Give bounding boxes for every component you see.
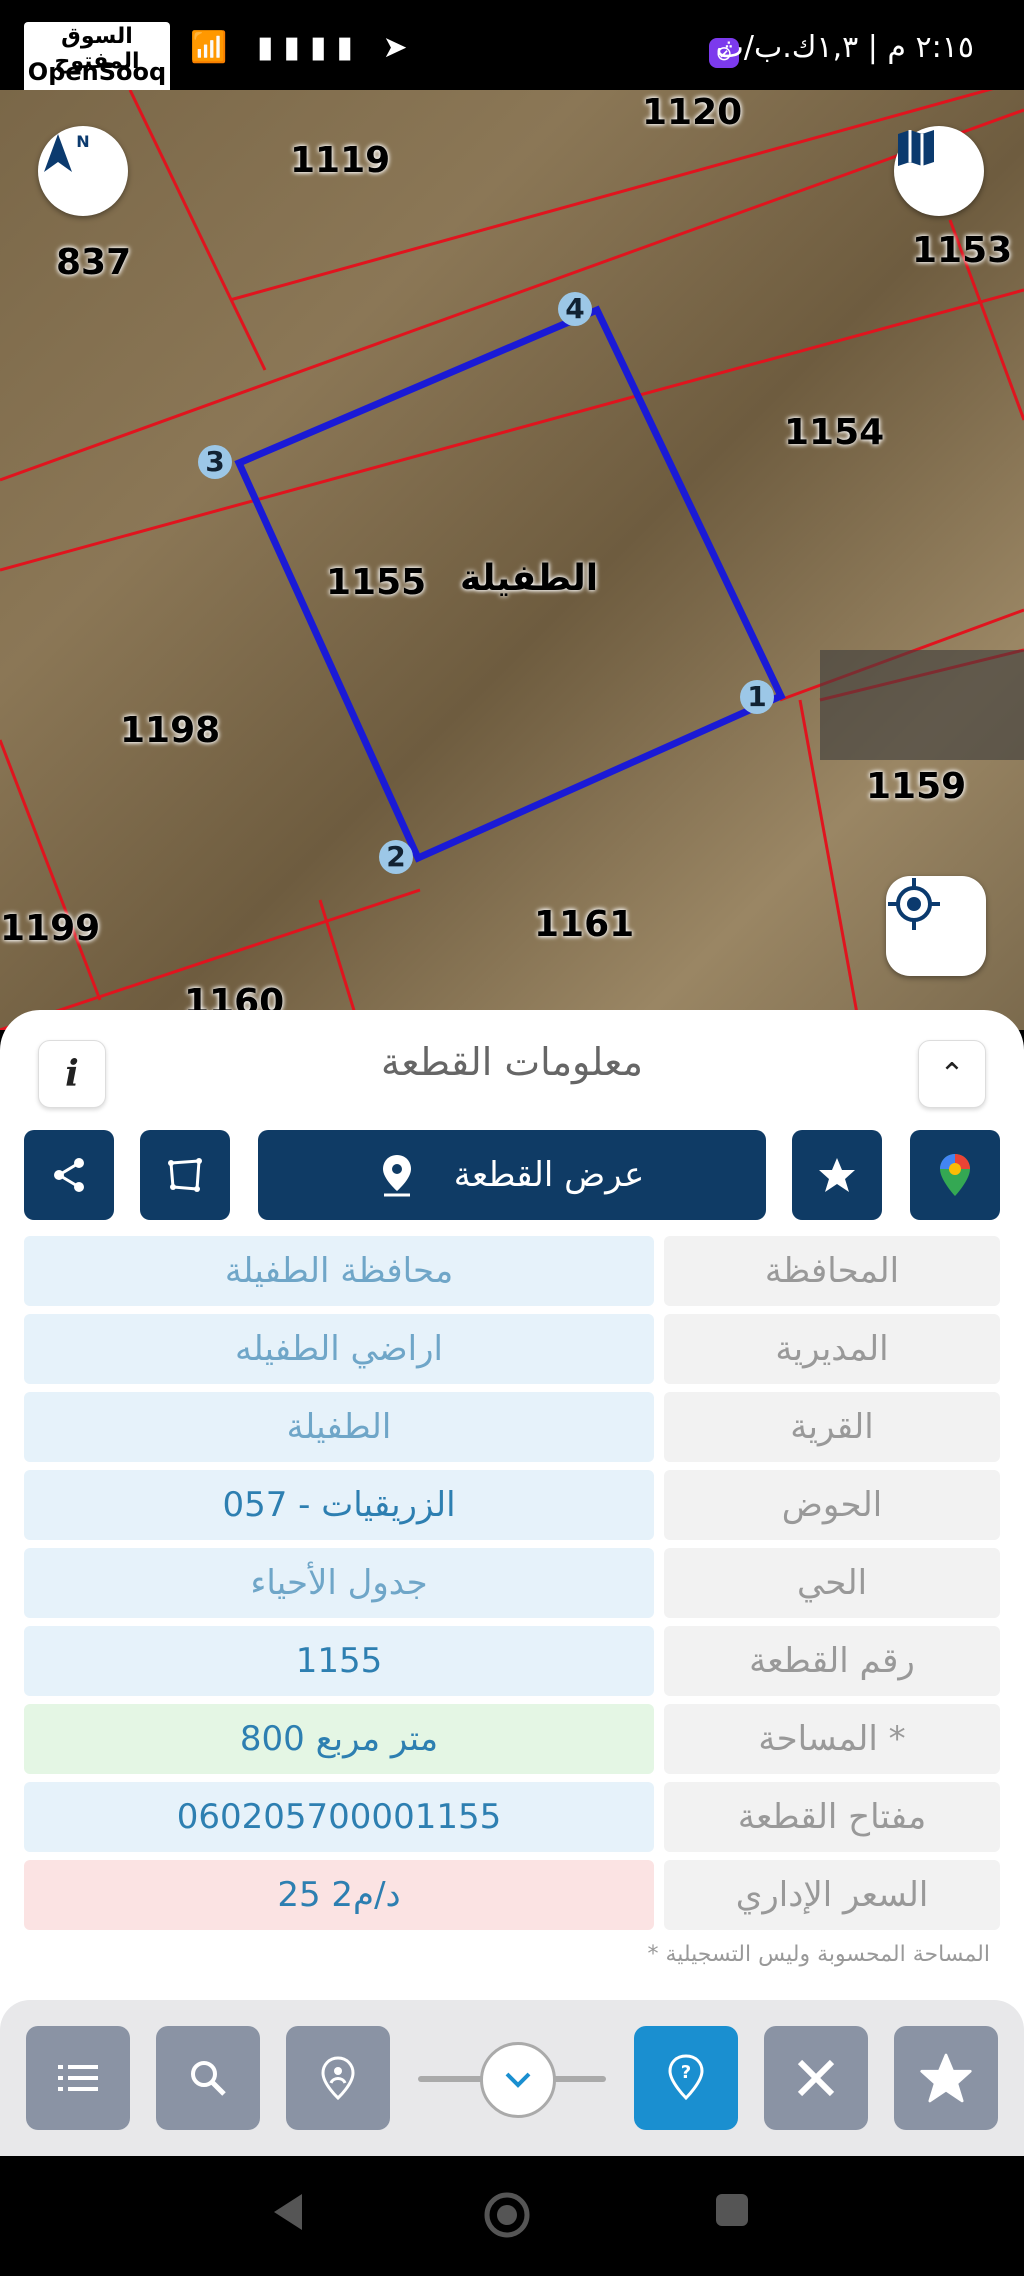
help-icon: ? [668,2054,704,2101]
plot-number: 1120 [642,92,743,133]
measure-icon [797,2059,835,2097]
map-layers-button[interactable] [894,126,984,216]
row-label: المديرية [664,1314,1000,1384]
my-location-button[interactable] [886,876,986,976]
info-row-admin-price: 25 د/م2 السعر الإداري [24,1860,1000,1930]
bottom-toolbar: ? [0,2000,1024,2156]
row-label: مفتاح القطعة [664,1782,1000,1852]
info-row-plot-key: 060205700001155 مفتاح القطعة [24,1782,1000,1852]
star-icon [819,1158,855,1192]
row-label: المساحة * [664,1704,1000,1774]
row-value: اراضي الطفيله [24,1314,654,1384]
info-row-plot-number: 1155 رقم القطعة [24,1626,1000,1696]
help-button[interactable]: ? [634,2026,738,2130]
list-button[interactable] [26,2026,130,2130]
google-maps-button[interactable] [910,1130,1000,1220]
home-icon[interactable] [482,2190,532,2251]
area-footnote: * المساحة المحسوبة وليس التسجيلية [647,1942,990,1967]
row-label: الحوض [664,1470,1000,1540]
recents-icon[interactable] [712,2190,752,2241]
map-layers-icon [894,126,984,216]
row-label: الحي [664,1548,1000,1618]
plot-number: 837 [56,242,132,283]
row-label: القرية [664,1392,1000,1462]
my-location-icon [886,876,986,976]
favorites-button[interactable] [894,2026,998,2130]
chevron-down-icon [505,2072,531,2088]
plot-name: الطفيلة [460,558,599,599]
vertex-marker: 4 [558,292,592,326]
google-maps-icon [940,1154,970,1196]
vertex-marker: 1 [740,680,774,714]
row-value: 1155 [24,1626,654,1696]
info-row-area: 800 متر مربع المساحة * [24,1704,1000,1774]
share-icon [54,1158,84,1192]
collapse-button[interactable]: ⌃ [918,1040,986,1108]
info-row-governorate: محافظة الطفيلة المحافظة [24,1236,1000,1306]
sheet-title: معلومات القطعة [381,1040,643,1084]
row-value: الزريقيات - 057 [24,1470,654,1540]
list-icon [58,2065,98,2091]
row-value: 060205700001155 [24,1782,654,1852]
row-value: محافظة الطفيلة [24,1236,654,1306]
polygon-button[interactable] [140,1130,230,1220]
show-plot-button[interactable]: عرض القطعة [258,1130,766,1220]
plot-number: 1154 [784,412,885,453]
search-button[interactable] [156,2026,260,2130]
satellite-map[interactable]: 1120 1119 837 1153 1154 1155 الطفيلة 119… [0,90,1024,1030]
svg-text:?: ? [681,2062,691,2083]
location-pin-button[interactable] [286,2026,390,2130]
info-row-village: الطفيلة القرية [24,1392,1000,1462]
plot-number: 1161 [534,904,635,945]
chevron-up-icon: ⌃ [939,1056,965,1092]
measure-button[interactable] [764,2026,868,2130]
plot-number: 1155 [326,562,427,603]
star-icon [920,2053,972,2103]
row-label: السعر الإداري [664,1860,1000,1930]
location-pin-icon [321,2056,355,2100]
info-row-basin: الزريقيات - 057 الحوض [24,1470,1000,1540]
compass-icon [38,126,128,216]
plot-number: 1119 [290,140,391,181]
info-row-directorate: اراضي الطفيله المديرية [24,1314,1000,1384]
row-value: 800 متر مربع [24,1704,654,1774]
pin-icon [382,1155,411,1197]
row-value: الطفيلة [24,1392,654,1462]
vertex-marker: 3 [198,445,232,479]
plot-number: 1153 [912,230,1013,271]
row-value: 25 د/م2 [24,1860,654,1930]
plot-number: 1159 [866,766,967,807]
signal-icons: 📶 ▮▮▮▮ ➤ [190,30,418,65]
share-button[interactable] [24,1130,114,1220]
row-value: جدول الأحياء [24,1548,654,1618]
plot-number: 1199 [0,908,101,949]
info-row-neighborhood: جدول الأحياء الحي [24,1548,1000,1618]
favorite-button[interactable] [792,1130,882,1220]
back-icon[interactable] [268,2190,308,2245]
status-time: ٢:١٥ م | ١,٣ك.ب/ث [715,30,974,65]
search-icon [191,2061,226,2096]
logo-text-en: OpenSooq [27,58,167,86]
vertex-marker: 2 [379,840,413,874]
opensooq-logo: السوق المفتوح OpenSooq [24,22,170,96]
expand-toggle[interactable] [480,2042,556,2118]
plot-info-sheet: i معلومات القطعة ⌃ عرض القطعة محافظة الط… [0,1010,1024,2156]
row-label: رقم القطعة [664,1626,1000,1696]
row-label: المحافظة [664,1236,1000,1306]
polygon-icon [168,1158,202,1192]
system-nav-bar [0,2156,1024,2276]
plot-number: 1198 [120,710,221,751]
compass-button[interactable]: N [38,126,128,216]
show-plot-label: عرض القطعة [453,1155,645,1195]
